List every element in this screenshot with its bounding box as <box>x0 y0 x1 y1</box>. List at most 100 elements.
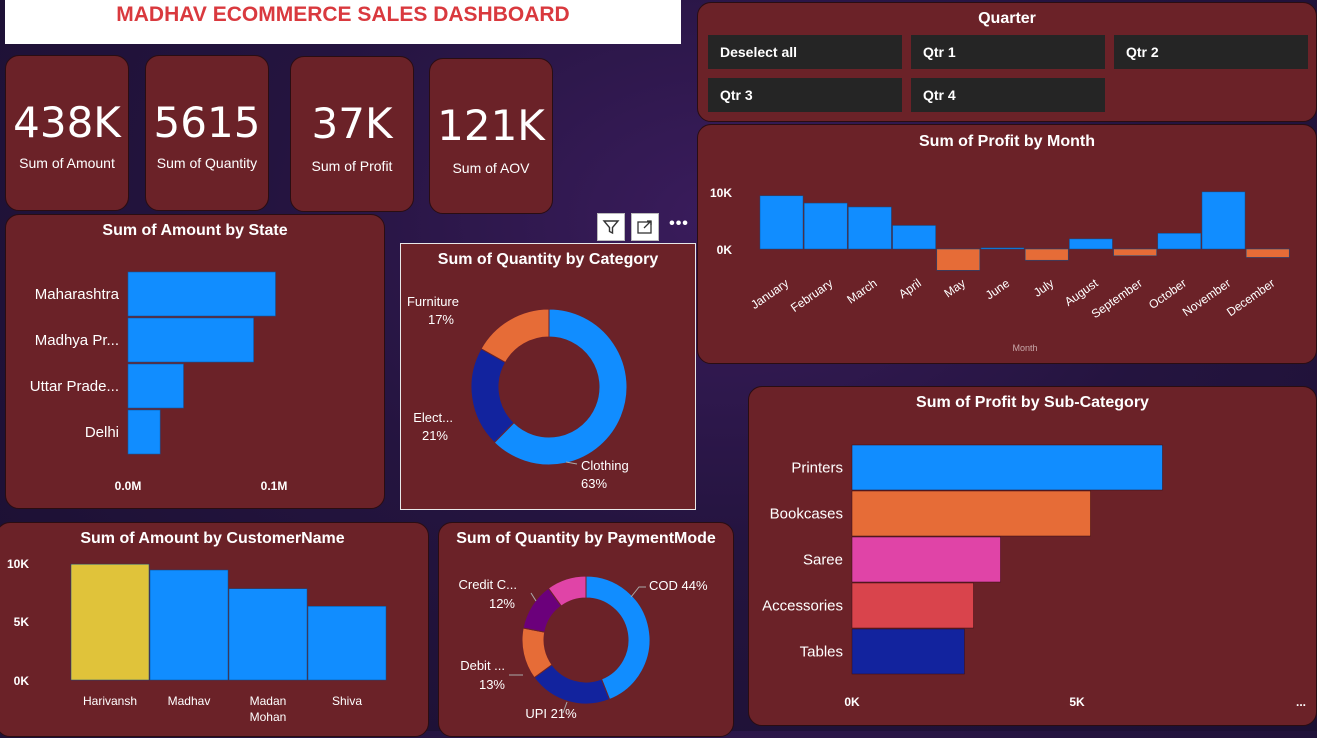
bar-month <box>892 225 936 250</box>
slicer-option-qtr-4[interactable]: Qtr 4 <box>911 78 1105 112</box>
kpi-card-profit[interactable]: 37K Sum of Profit <box>290 56 414 212</box>
slice-value-label: 12% <box>489 596 515 611</box>
quantity-by-category-chart: Clothing 63% Elect... 21% Furniture 17% <box>407 294 629 491</box>
slice-value-label: 63% <box>581 476 607 491</box>
x-tick-label: July <box>1031 276 1057 300</box>
amount-by-customer-card[interactable]: Sum of Amount by CustomerName Harivansh M… <box>0 522 429 737</box>
kpi-card-aov[interactable]: 121K Sum of AOV <box>429 58 553 214</box>
more-options-icon[interactable]: ••• <box>665 213 693 241</box>
quarter-slicer: Quarter Deselect all Qtr 1 Qtr 2 Qtr 3 Q… <box>697 2 1317 122</box>
kpi-label: Sum of Profit <box>311 158 393 174</box>
x-tick-label: December <box>1224 276 1277 319</box>
quantity-by-paymentmode-card[interactable]: Sum of Quantity by PaymentMode COD 44% UP… <box>438 522 734 737</box>
category-label: Tables <box>800 644 843 661</box>
filter-icon[interactable] <box>597 213 625 241</box>
dashboard-title-box: MADHAV ECOMMERCE SALES DASHBOARD <box>5 0 681 44</box>
category-label: Saree <box>803 552 843 569</box>
bar-customer <box>70 563 150 681</box>
quantity-by-paymentmode-chart: COD 44% UPI 21% Debit ... 13% Credit C... 12% <box>458 575 708 721</box>
category-label: Maharashtra <box>35 286 120 303</box>
slice-label: Furniture <box>407 294 459 309</box>
bar-subcategory <box>851 628 965 675</box>
amount-by-state-chart: Maharashtra Madhya Pr... Uttar Prade... Del… <box>30 271 288 493</box>
x-tick-label: Harivansh <box>83 694 137 708</box>
slice-label: UPI 21% <box>525 706 577 721</box>
profit-by-month-chart: JanuaryFebruary March April May June July Augu… <box>710 186 1290 353</box>
x-tick-overflow: ... <box>1296 695 1306 709</box>
category-label: Madhya Pr... <box>35 332 119 349</box>
x-tick-label: Mohan <box>250 710 287 724</box>
kpi-card-quantity[interactable]: 5615 Sum of Quantity <box>145 55 269 211</box>
slice-label: COD 44% <box>649 578 708 593</box>
x-tick-label: 0.0M <box>115 479 142 493</box>
kpi-label: Sum of Quantity <box>156 155 258 171</box>
kpi-card-amount[interactable]: 438K Sum of Amount <box>5 55 129 211</box>
bar-state <box>127 363 184 409</box>
slicer-option-qtr-3[interactable]: Qtr 3 <box>708 78 902 112</box>
x-tick-label: May <box>941 276 968 300</box>
slice-label: Elect... <box>413 410 453 425</box>
dashboard-title: MADHAV ECOMMERCE SALES DASHBOARD <box>116 3 570 26</box>
bar-month <box>1245 248 1290 258</box>
slice-furniture <box>480 308 550 364</box>
x-tick-label: April <box>896 276 924 301</box>
bar-month <box>1069 238 1113 250</box>
kpi-value: 121K <box>437 101 545 150</box>
bar-subcategory <box>851 444 1163 491</box>
kpi-value: 37K <box>311 99 393 148</box>
bar-subcategory <box>851 536 1001 583</box>
bar-customer <box>149 569 229 681</box>
leader-line <box>530 592 537 602</box>
bar-month <box>1024 248 1069 261</box>
profit-by-month-card[interactable]: Sum of Profit by Month January February Ma… <box>697 124 1317 364</box>
slice-electronics <box>470 348 515 444</box>
slice-label: Credit C... <box>458 577 517 592</box>
bar-month <box>1201 191 1246 250</box>
x-tick-label: 5K <box>1069 695 1085 709</box>
slice-label: Debit ... <box>460 658 505 673</box>
amount-by-customer-chart: Harivansh Madhav Madan Mohan Shiva 10K 5K 0K <box>7 557 387 724</box>
x-tick-label: June <box>983 276 1013 303</box>
quantity-by-category-card[interactable]: Sum of Quantity by Category Clothing 63% E… <box>400 243 696 510</box>
slice-value-label: 13% <box>479 677 505 692</box>
bar-month <box>1113 248 1157 256</box>
x-tick-label: 0.1M <box>261 479 288 493</box>
category-label: Accessories <box>762 598 843 615</box>
slicer-option-deselect-all[interactable]: Deselect all <box>708 35 902 69</box>
bar-state <box>127 271 276 317</box>
x-tick-label: 0K <box>844 695 860 709</box>
bar-month <box>759 195 804 250</box>
bar-subcategory <box>851 582 974 629</box>
x-tick-label: November <box>1180 276 1233 319</box>
category-label: Uttar Prade... <box>30 378 119 395</box>
bar-state <box>127 317 254 363</box>
slicer-option-qtr-1[interactable]: Qtr 1 <box>911 35 1105 69</box>
x-tick-label: Madan <box>250 694 287 708</box>
x-tick-label: February <box>788 276 835 315</box>
category-label: Printers <box>791 460 843 477</box>
slice-upi <box>533 663 611 705</box>
focus-mode-icon[interactable] <box>631 213 659 241</box>
profit-by-subcategory-card[interactable]: Sum of Profit by Sub-Category Printers Bo… <box>748 386 1317 726</box>
bar-month <box>936 248 981 271</box>
amount-by-state-card[interactable]: Sum of Amount by State Maharashtra Madhya… <box>5 214 385 509</box>
x-tick-label: Madhav <box>168 694 211 708</box>
bar-customer <box>307 606 387 681</box>
y-tick-label: 5K <box>14 615 30 629</box>
slicer-title: Quarter <box>978 10 1036 27</box>
bar-month <box>980 247 1025 250</box>
kpi-label: Sum of AOV <box>452 160 530 176</box>
x-tick-label: March <box>844 276 879 307</box>
y-tick-label: 0K <box>14 674 30 688</box>
bar-subcategory <box>851 490 1091 537</box>
bar-month <box>803 202 848 250</box>
x-axis-title: Month <box>1012 343 1037 353</box>
bar-month <box>848 206 892 250</box>
leader-line <box>630 586 646 598</box>
y-tick-label: 10K <box>7 557 29 571</box>
x-tick-label: January <box>748 276 791 312</box>
bar-state <box>127 409 161 455</box>
category-label: Bookcases <box>770 506 843 523</box>
slicer-option-qtr-2[interactable]: Qtr 2 <box>1114 35 1308 69</box>
kpi-label: Sum of Amount <box>19 155 115 171</box>
